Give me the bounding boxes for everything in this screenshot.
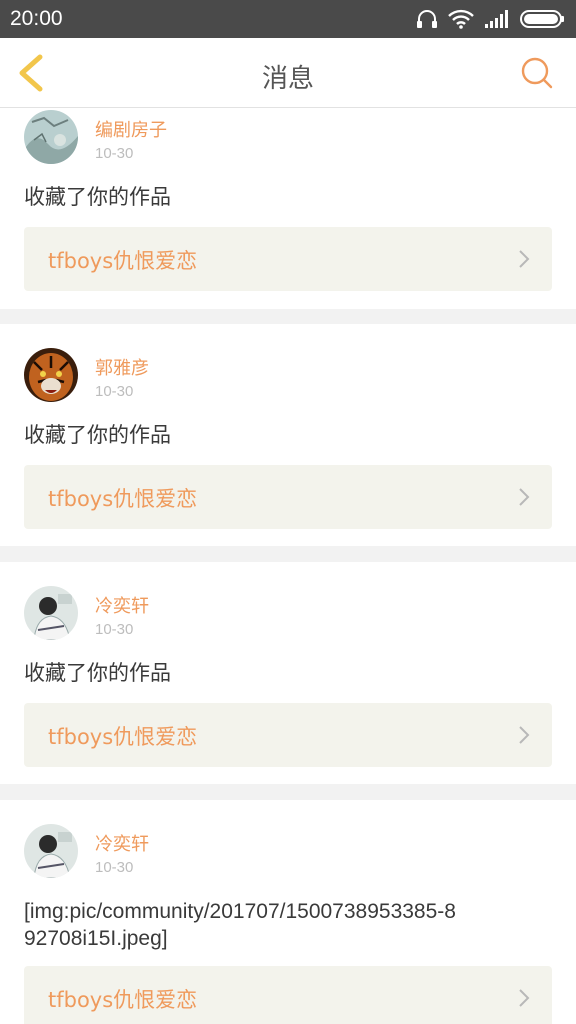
- avatar[interactable]: [24, 110, 78, 164]
- message-card: 编剧房子 10-30 收藏了你的作品 tfboys仇恨爱恋: [0, 108, 576, 309]
- status-bar: 20:00: [0, 0, 576, 38]
- status-time: 20:00: [10, 7, 63, 30]
- battery-icon: [520, 10, 564, 28]
- work-link[interactable]: tfboys仇恨爱恋: [24, 703, 552, 767]
- work-title: tfboys仇恨爱恋: [48, 725, 198, 749]
- work-title: tfboys仇恨爱恋: [48, 249, 198, 273]
- message-date: 10-30: [95, 383, 134, 400]
- message-text: 收藏了你的作品: [24, 661, 171, 685]
- work-title: tfboys仇恨爱恋: [48, 487, 198, 511]
- message-date: 10-30: [95, 145, 134, 162]
- work-title: tfboys仇恨爱恋: [48, 988, 198, 1012]
- page-title: 消息: [261, 64, 314, 94]
- avatar[interactable]: [24, 824, 78, 878]
- app-header: 消息: [0, 38, 576, 108]
- message-date: 10-30: [95, 859, 134, 876]
- user-name[interactable]: 郭雅彦: [95, 354, 149, 380]
- avatar[interactable]: [24, 348, 78, 402]
- search-icon[interactable]: [520, 56, 554, 90]
- chevron-right-icon: [519, 488, 530, 506]
- message-card: 冷奕轩 10-30 [img:pic/community/201707/1500…: [0, 800, 576, 1024]
- chevron-right-icon: [519, 726, 530, 744]
- work-link[interactable]: tfboys仇恨爱恋: [24, 465, 552, 529]
- status-icons: [416, 8, 566, 30]
- chevron-right-icon: [519, 989, 530, 1007]
- user-name[interactable]: 编剧房子: [95, 116, 167, 142]
- work-link[interactable]: tfboys仇恨爱恋: [24, 227, 552, 291]
- user-name[interactable]: 冷奕轩: [95, 592, 149, 618]
- signal-icon: [485, 10, 508, 28]
- wifi-icon: [448, 9, 474, 29]
- message-card: 冷奕轩 10-30 收藏了你的作品 tfboys仇恨爱恋: [0, 562, 576, 784]
- message-list[interactable]: 编剧房子 10-30 收藏了你的作品 tfboys仇恨爱恋 郭雅彦 10-30 …: [0, 108, 576, 1024]
- message-text: 收藏了你的作品: [24, 423, 171, 447]
- headphones-icon: [417, 10, 437, 28]
- message-card: 郭雅彦 10-30 收藏了你的作品 tfboys仇恨爱恋: [0, 324, 576, 546]
- user-name[interactable]: 冷奕轩: [95, 830, 149, 856]
- avatar[interactable]: [24, 586, 78, 640]
- message-text: [img:pic/community/201707/1500738953385-…: [24, 900, 456, 950]
- work-link[interactable]: tfboys仇恨爱恋: [24, 966, 552, 1024]
- chevron-right-icon: [519, 250, 530, 268]
- message-date: 10-30: [95, 621, 134, 638]
- message-text: 收藏了你的作品: [24, 185, 171, 209]
